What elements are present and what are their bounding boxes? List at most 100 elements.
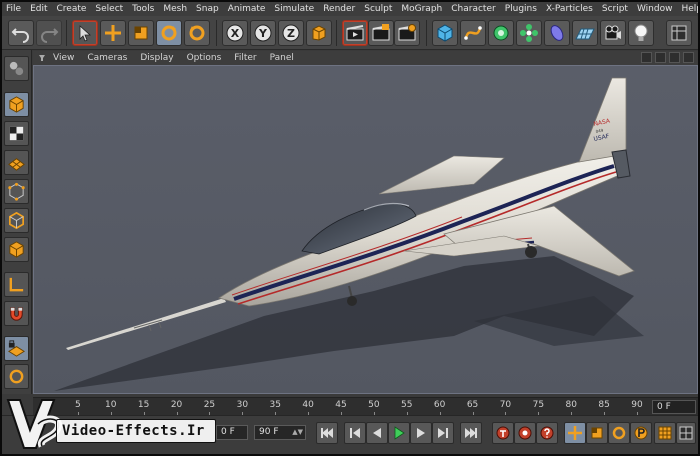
redo-button[interactable]: [36, 20, 62, 46]
end-frame-field[interactable]: 90 F ▲▼: [254, 425, 306, 440]
menu-character[interactable]: Character: [451, 4, 495, 14]
end-frame-value: 90 F: [259, 427, 279, 437]
texture-mode-button[interactable]: [4, 121, 29, 146]
menu-script[interactable]: Script: [602, 4, 628, 14]
viewport-rotate-button[interactable]: [669, 52, 680, 63]
timeline-layout-button[interactable]: [676, 422, 696, 444]
current-frame-field[interactable]: 0 F: [652, 400, 696, 414]
points-mode-button[interactable]: [4, 179, 29, 204]
spline-pen-button[interactable]: [460, 20, 486, 46]
menu-plugins[interactable]: Plugins: [505, 4, 537, 14]
undo-button[interactable]: [8, 20, 34, 46]
point-grid-icon: [658, 426, 672, 440]
menubar: File Edit Create Select Tools Mesh Snap …: [2, 2, 698, 16]
perspective-viewport[interactable]: NASA 049 USAF: [33, 65, 698, 394]
menu-mesh[interactable]: Mesh: [163, 4, 187, 14]
y-axis-button[interactable]: Y: [250, 20, 276, 46]
viewport-menu-display[interactable]: Display: [140, 53, 173, 63]
menu-edit[interactable]: Edit: [30, 4, 47, 14]
axis-mode-button[interactable]: [4, 272, 29, 297]
model-mode-button[interactable]: [4, 92, 29, 117]
viewport-menu-cameras[interactable]: Cameras: [87, 53, 127, 63]
scale-key-button[interactable]: [586, 422, 608, 444]
polygons-mode-button[interactable]: [4, 237, 29, 262]
point-level-animation-button[interactable]: [654, 422, 676, 444]
points-mode-icon: [8, 182, 25, 201]
menu-select[interactable]: Select: [95, 4, 123, 14]
parameter-key-button[interactable]: [630, 422, 652, 444]
x-axis-icon: X: [226, 24, 244, 42]
menu-window[interactable]: Window: [637, 4, 673, 14]
scale-tool-button[interactable]: [128, 20, 154, 46]
make-editable-button[interactable]: [4, 56, 29, 81]
menu-sculpt[interactable]: Sculpt: [364, 4, 392, 14]
rotate-tool-button[interactable]: [156, 20, 182, 46]
viewport-menu-view[interactable]: View: [53, 53, 74, 63]
menu-file[interactable]: File: [6, 4, 21, 14]
position-key-button[interactable]: [564, 422, 586, 444]
nurbs-button[interactable]: [488, 20, 514, 46]
menu-animate[interactable]: Animate: [228, 4, 266, 14]
live-selection-button[interactable]: [72, 20, 98, 46]
viewport-menu-options[interactable]: Options: [187, 53, 222, 63]
render-view-button[interactable]: [368, 20, 394, 46]
viewport-menu-filter[interactable]: Filter: [234, 53, 256, 63]
x-axis-button[interactable]: X: [222, 20, 248, 46]
render-region-button[interactable]: [342, 20, 368, 46]
start-frame-field[interactable]: 0 F: [216, 425, 248, 440]
nurbs-icon: [493, 25, 509, 41]
planar-workplane-button[interactable]: [4, 364, 29, 389]
snap-button[interactable]: [4, 301, 29, 326]
coordinate-system-button[interactable]: [306, 20, 332, 46]
next-key-button[interactable]: [432, 422, 454, 444]
timeline-ruler[interactable]: 0 5 10 15 20 25 30 35 40 45 50 55 60 65 70 75 80 85 90 0 F: [33, 397, 698, 416]
floor-button[interactable]: [572, 20, 598, 46]
edges-mode-button[interactable]: [4, 208, 29, 233]
rotation-key-button[interactable]: [608, 422, 630, 444]
viewport-menu-panel[interactable]: Panel: [270, 53, 294, 63]
keyframe-selection-button[interactable]: [536, 422, 558, 444]
coordinate-system-icon: [312, 25, 326, 41]
timeline-tick-label: 45: [335, 400, 347, 410]
x-axis-label: X: [231, 27, 240, 40]
layout-button[interactable]: [666, 20, 692, 46]
menu-simulate[interactable]: Simulate: [274, 4, 314, 14]
deformer-button[interactable]: [544, 20, 570, 46]
menu-create[interactable]: Create: [57, 4, 87, 14]
z-axis-button[interactable]: Z: [278, 20, 304, 46]
timeline-tick-label: 30: [236, 400, 249, 410]
y-axis-icon: Y: [254, 24, 272, 42]
go-to-start-button[interactable]: [316, 422, 338, 444]
workplane-mode-button[interactable]: [4, 150, 29, 175]
move-tool-button[interactable]: [100, 20, 126, 46]
mograph-cloner-icon: [520, 24, 538, 42]
go-to-end-button[interactable]: [460, 422, 482, 444]
previous-key-button[interactable]: [344, 422, 366, 444]
menu-mograph[interactable]: MoGraph: [401, 4, 442, 14]
menu-help[interactable]: Help: [681, 4, 698, 14]
menu-tools[interactable]: Tools: [132, 4, 154, 14]
previous-key-icon: [350, 428, 360, 438]
timeline-tick-label: 5: [75, 400, 81, 410]
previous-frame-button[interactable]: [366, 422, 388, 444]
render-settings-button[interactable]: [394, 20, 420, 46]
timeline-tick-label: 10: [105, 400, 117, 410]
viewport-zoom-button[interactable]: [655, 52, 666, 63]
record-active-objects-button[interactable]: [492, 422, 514, 444]
next-frame-button[interactable]: [410, 422, 432, 444]
play-button[interactable]: [388, 422, 410, 444]
menu-snap[interactable]: Snap: [196, 4, 219, 14]
viewport-pan-button[interactable]: [641, 52, 652, 63]
rotate-recent-button[interactable]: [184, 20, 210, 46]
locked-workplane-button[interactable]: [4, 336, 29, 361]
redo-icon: [41, 28, 59, 43]
mograph-cloner-button[interactable]: [516, 20, 542, 46]
viewport-maximize-button[interactable]: [683, 52, 694, 63]
menu-x-particles[interactable]: X-Particles: [546, 4, 593, 14]
light-button[interactable]: [628, 20, 654, 46]
position-key-icon: [568, 426, 582, 440]
menu-render[interactable]: Render: [323, 4, 355, 14]
camera-button[interactable]: [600, 20, 626, 46]
autokeying-button[interactable]: [514, 422, 536, 444]
cube-primitive-button[interactable]: [432, 20, 458, 46]
